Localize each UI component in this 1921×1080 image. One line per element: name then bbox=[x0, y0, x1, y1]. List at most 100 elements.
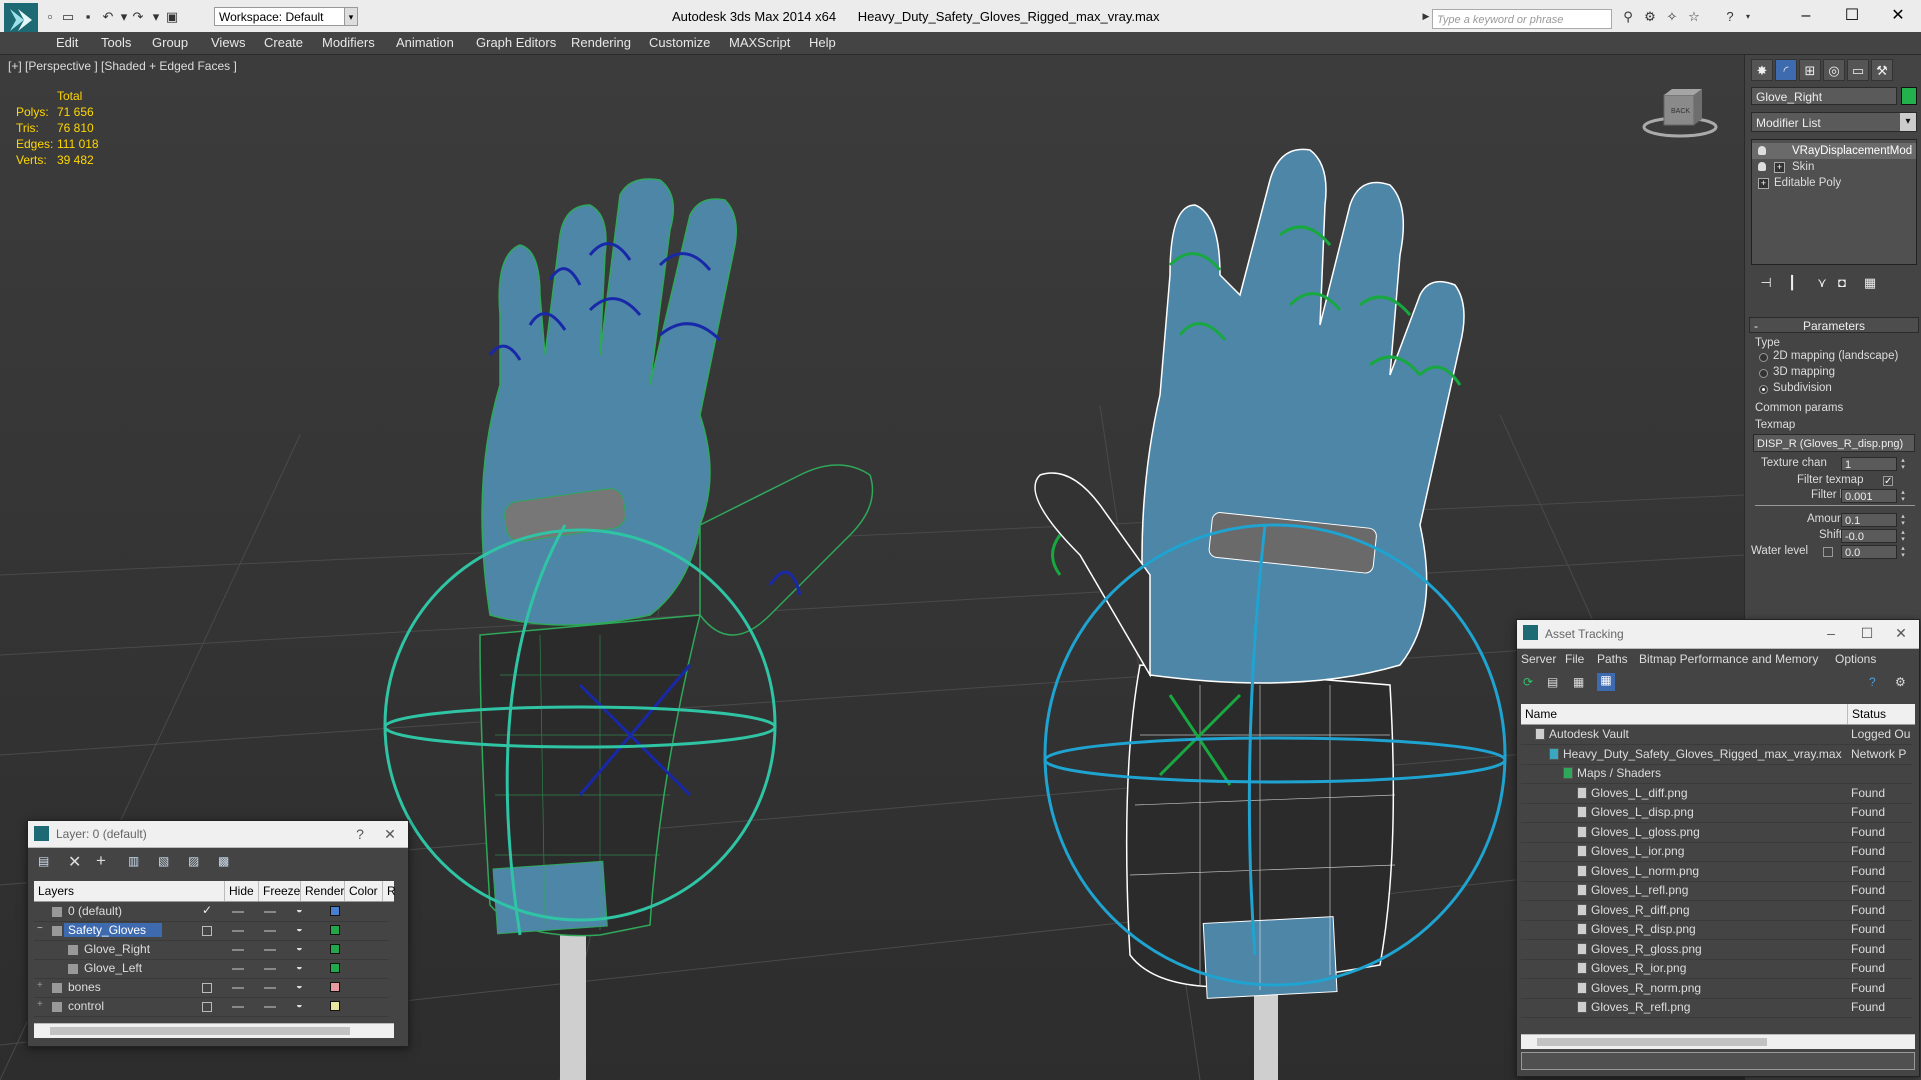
expand-plus-icon[interactable]: + bbox=[37, 999, 43, 1010]
subscription-icon[interactable]: ⚙ bbox=[1640, 8, 1660, 25]
scrollbar-thumb[interactable] bbox=[50, 1027, 350, 1035]
hierarchy-tab-icon[interactable]: ⊞ bbox=[1799, 59, 1821, 81]
layer-row[interactable]: 0 (default) ✓ ◒ bbox=[34, 902, 389, 922]
layer-color-swatch[interactable] bbox=[330, 906, 340, 916]
layer-row[interactable]: Glove_Right ◒ bbox=[34, 940, 389, 960]
col-color[interactable]: Color bbox=[344, 881, 382, 901]
binoculars-icon[interactable]: ⚲ bbox=[1618, 8, 1638, 25]
asset-window-titlebar[interactable]: Asset Tracking – ☐ ✕ bbox=[1517, 620, 1919, 649]
asset-menu-server[interactable]: Server bbox=[1521, 652, 1556, 666]
maximize-icon[interactable]: ☐ bbox=[1855, 624, 1879, 642]
asset-row[interactable]: Gloves_L_diff.png Found bbox=[1521, 784, 1912, 804]
stack-item-editable-poly[interactable]: + Editable Poly bbox=[1752, 175, 1916, 191]
stack-item-skin[interactable]: + Skin bbox=[1752, 159, 1916, 175]
minimize-icon[interactable]: – bbox=[1819, 624, 1843, 642]
settings-icon[interactable]: ⚙ bbox=[1895, 675, 1906, 689]
redo-icon[interactable]: ↷ bbox=[128, 8, 148, 25]
hide-toggle[interactable] bbox=[232, 1006, 244, 1008]
radio-subdivision[interactable] bbox=[1759, 385, 1768, 394]
col-layers[interactable]: Layers bbox=[34, 881, 224, 901]
layer-color-swatch[interactable] bbox=[330, 1001, 340, 1011]
layer-name[interactable]: Glove_Left bbox=[80, 961, 146, 975]
teapot-render-icon[interactable]: ◒ bbox=[296, 961, 303, 973]
asset-menu-options[interactable]: Options bbox=[1835, 652, 1876, 666]
menu-group[interactable]: Group bbox=[152, 35, 188, 50]
asset-menu-file[interactable]: File bbox=[1565, 652, 1584, 666]
lightbulb-icon[interactable] bbox=[1758, 146, 1766, 155]
freeze-toggle[interactable] bbox=[264, 1006, 276, 1008]
asset-menu-bitmap-performance[interactable]: Bitmap Performance and Memory bbox=[1639, 652, 1818, 666]
modify-tab-icon[interactable]: ◜ bbox=[1775, 59, 1797, 81]
expand-plus-icon[interactable]: + bbox=[1758, 178, 1769, 189]
show-end-result-icon[interactable]: ┃ bbox=[1781, 274, 1803, 292]
freeze-toggle[interactable] bbox=[264, 968, 276, 970]
teapot-render-icon[interactable]: ◒ bbox=[296, 923, 303, 935]
col-radiosity[interactable]: R bbox=[382, 881, 396, 901]
teapot-render-icon[interactable]: ◒ bbox=[296, 942, 303, 954]
teapot-render-icon[interactable]: ◒ bbox=[296, 904, 303, 916]
asset-row[interactable]: Gloves_L_ior.png Found bbox=[1521, 842, 1912, 862]
open-file-icon[interactable]: ▭ bbox=[58, 8, 78, 25]
menu-maxscript[interactable]: MAXScript bbox=[729, 35, 790, 50]
configure-sets-icon[interactable]: ▦ bbox=[1859, 274, 1881, 292]
menu-rendering[interactable]: Rendering bbox=[571, 35, 631, 50]
spinner-arrows-icon[interactable]: ▴ ▾ bbox=[1899, 489, 1907, 503]
minimize-icon[interactable]: – bbox=[1784, 4, 1828, 28]
save-file-icon[interactable]: ▪ bbox=[78, 8, 98, 25]
parameters-rollout-header[interactable]: - Parameters bbox=[1749, 317, 1919, 333]
menu-help[interactable]: Help bbox=[809, 35, 836, 50]
radio-2d-mapping[interactable] bbox=[1759, 353, 1768, 362]
help-dropdown-icon[interactable]: ▾ bbox=[1738, 8, 1758, 25]
col-name[interactable]: Name bbox=[1521, 704, 1847, 724]
asset-row[interactable]: Gloves_L_disp.png Found bbox=[1521, 803, 1912, 823]
make-unique-icon[interactable]: ⋎ bbox=[1811, 274, 1833, 292]
asset-row[interactable]: Heavy_Duty_Safety_Gloves_Rigged_max_vray… bbox=[1521, 745, 1912, 765]
layer-row[interactable]: + control ◒ bbox=[34, 997, 389, 1017]
spinner-arrows-icon[interactable]: ▴ ▾ bbox=[1899, 457, 1907, 471]
layer-active-checkbox[interactable] bbox=[202, 926, 212, 936]
display-tab-icon[interactable]: ▭ bbox=[1847, 59, 1869, 81]
layer-name[interactable]: control bbox=[64, 999, 108, 1013]
col-hide[interactable]: Hide bbox=[224, 881, 258, 901]
hide-toggle[interactable] bbox=[232, 987, 244, 989]
layer-name[interactable]: Glove_Right bbox=[80, 942, 154, 956]
remove-modifier-icon[interactable]: ◘ bbox=[1831, 274, 1853, 292]
thumbnail-view-icon[interactable]: ▦ bbox=[1573, 675, 1584, 689]
layer-active-checkbox[interactable] bbox=[202, 983, 212, 993]
spinner-arrows-icon[interactable]: ▴ ▾ bbox=[1899, 513, 1907, 527]
stack-item-vraydisplacement[interactable]: VRayDisplacementMod bbox=[1752, 143, 1916, 159]
col-status[interactable]: Status bbox=[1847, 704, 1915, 724]
utilities-tab-icon[interactable]: ⚒ bbox=[1871, 59, 1893, 81]
texmap-button[interactable]: DISP_R (Gloves_R_disp.png) bbox=[1753, 434, 1915, 452]
freeze-all-icon[interactable]: ▩ bbox=[218, 854, 229, 868]
asset-menu-paths[interactable]: Paths bbox=[1597, 652, 1628, 666]
asset-row[interactable]: Gloves_R_gloss.png Found bbox=[1521, 940, 1912, 960]
freeze-toggle[interactable] bbox=[264, 949, 276, 951]
menu-animation[interactable]: Animation bbox=[396, 35, 454, 50]
layer-window-titlebar[interactable]: Layer: 0 (default) ? ✕ bbox=[28, 821, 408, 848]
delete-layer-icon[interactable]: ✕ bbox=[68, 852, 81, 872]
modifier-list-dropdown[interactable]: Modifier List ▾ bbox=[1751, 112, 1917, 132]
menu-views[interactable]: Views bbox=[211, 35, 245, 50]
close-icon[interactable]: ✕ bbox=[1876, 4, 1920, 28]
pin-stack-icon[interactable]: ⊣ bbox=[1755, 274, 1777, 292]
layer-color-swatch[interactable] bbox=[330, 982, 340, 992]
radio-3d-mapping[interactable] bbox=[1759, 369, 1768, 378]
scrollbar-thumb[interactable] bbox=[1537, 1038, 1767, 1046]
teapot-render-icon[interactable]: ◒ bbox=[296, 999, 303, 1011]
shift-spinner[interactable]: -0.0 bbox=[1841, 529, 1897, 543]
menu-edit[interactable]: Edit bbox=[56, 35, 78, 50]
refresh-icon[interactable]: ⟳ bbox=[1523, 675, 1533, 689]
lightbulb-icon[interactable] bbox=[1758, 162, 1766, 171]
asset-row[interactable]: Gloves_L_norm.png Found bbox=[1521, 862, 1912, 882]
project-folder-icon[interactable]: ▣ bbox=[162, 8, 182, 25]
new-file-icon[interactable]: ▫ bbox=[40, 8, 60, 25]
asset-row[interactable]: Gloves_L_gloss.png Found bbox=[1521, 823, 1912, 843]
hide-toggle[interactable] bbox=[232, 911, 244, 913]
help-icon[interactable]: ? bbox=[348, 825, 372, 843]
highlight-layer-icon[interactable]: ▧ bbox=[158, 854, 169, 868]
filter-blur-spinner[interactable]: 0.001 bbox=[1841, 489, 1897, 503]
asset-row[interactable]: Gloves_R_disp.png Found bbox=[1521, 920, 1912, 940]
expand-plus-icon[interactable]: + bbox=[37, 980, 43, 991]
list-view-icon[interactable]: ▤ bbox=[1547, 675, 1558, 689]
